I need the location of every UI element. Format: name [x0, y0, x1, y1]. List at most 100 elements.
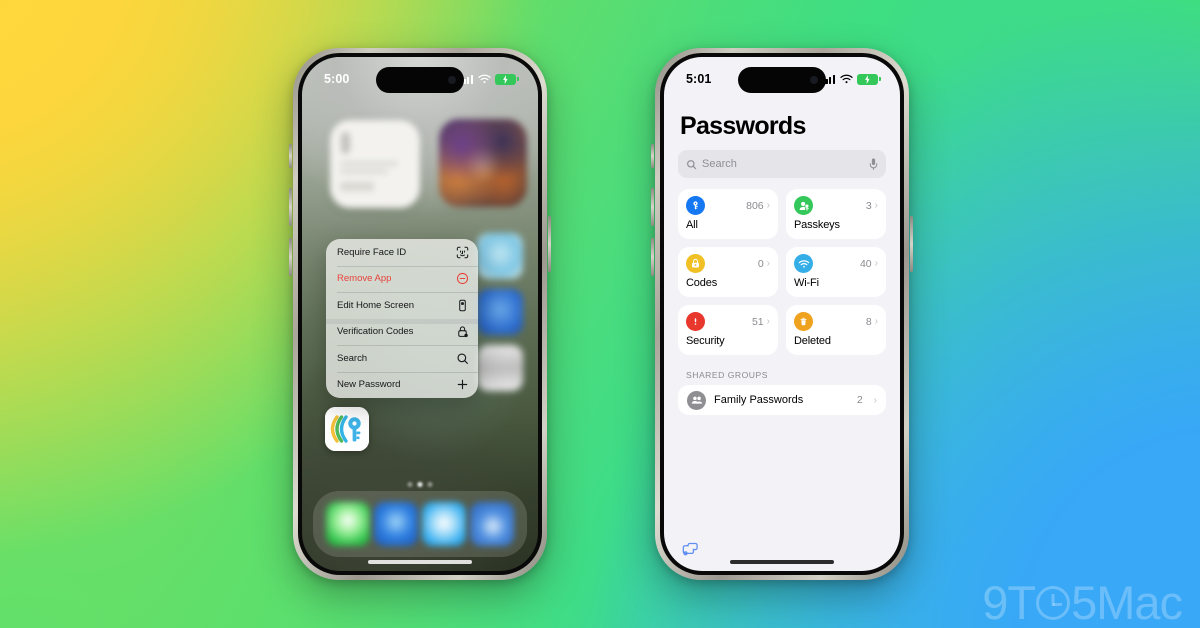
left-phone-screen: Require Face ID Remove App Edit Home Scr… [302, 57, 538, 571]
home-dock [313, 491, 527, 557]
category-card-passkeys[interactable]: 3 › Passkeys [786, 189, 886, 239]
code-lock-icon [686, 254, 705, 273]
category-label: Codes [686, 277, 718, 289]
chevron-right-icon: › [873, 394, 877, 406]
passwords-app-icon[interactable] [325, 407, 369, 451]
chevron-right-icon: › [766, 199, 770, 211]
page-dot [407, 482, 413, 487]
context-menu-item-require-face-id[interactable]: Require Face ID [326, 239, 478, 266]
search-icon [686, 159, 697, 170]
group-people-icon [687, 390, 706, 410]
category-label: Wi-Fi [794, 277, 819, 289]
category-label: All [686, 219, 698, 231]
password-options-icon[interactable] [682, 541, 699, 557]
category-count: 806 [746, 199, 764, 212]
safari-icon[interactable] [374, 502, 418, 546]
power-button[interactable] [548, 216, 551, 272]
passkey-person-icon [794, 196, 813, 215]
shared-groups-list: Family Passwords 2 › [678, 385, 886, 415]
category-grid: 806 › All 3 › Passkeys 0 › Codes 40 › Wi… [678, 189, 886, 355]
watermark-text-after: 5Mac [1071, 576, 1183, 628]
context-menu-item-search[interactable]: Search [326, 345, 478, 372]
passwords-content: Passwords Search 806 › All 3 › Passkeys … [664, 101, 900, 571]
left-phone-device: Require Face ID Remove App Edit Home Scr… [289, 48, 551, 580]
chevron-right-icon: › [766, 315, 770, 327]
home-indicator[interactable] [368, 559, 472, 564]
wifi-icon [477, 74, 491, 84]
notes-widget[interactable] [330, 120, 420, 208]
right-phone-device: Passwords Search 806 › All 3 › Passkeys … [651, 48, 913, 580]
search-placeholder: Search [702, 158, 737, 170]
status-bar-time: 5:00 [324, 72, 350, 86]
clock-glyph-icon [1036, 585, 1071, 620]
page-title: Passwords [680, 112, 806, 140]
microphone-icon[interactable] [869, 158, 878, 170]
category-card-codes[interactable]: 0 › Codes [678, 247, 778, 297]
right-phone-screen: Passwords Search 806 › All 3 › Passkeys … [664, 57, 900, 571]
chevron-right-icon: › [874, 315, 878, 327]
volume-down-button[interactable] [289, 238, 292, 276]
power-button[interactable] [910, 216, 913, 272]
passwords-bottom-toolbar [664, 527, 900, 571]
app-context-menu[interactable]: Require Face ID Remove App Edit Home Scr… [326, 239, 478, 398]
category-label: Passkeys [794, 219, 840, 231]
context-menu-item-label: Require Face ID [337, 246, 407, 258]
left-phone-bezel: Require Face ID Remove App Edit Home Scr… [298, 53, 542, 575]
home-app-icon[interactable] [477, 345, 523, 391]
lock-badge-icon [456, 325, 469, 338]
status-bar-time: 5:01 [686, 72, 712, 86]
mail-icon[interactable] [422, 502, 466, 546]
category-count: 40 [859, 257, 872, 270]
battery-charging-icon [495, 73, 516, 85]
volume-up-button[interactable] [651, 188, 654, 226]
key-icon [686, 196, 705, 215]
page-dot [427, 482, 433, 487]
context-menu-item-new-password[interactable]: New Password [326, 371, 478, 399]
app-store-icon[interactable] [470, 502, 514, 546]
face-id-icon [456, 246, 469, 259]
home-indicator[interactable] [730, 559, 834, 564]
category-count: 51 [751, 315, 764, 328]
wifi-icon [794, 254, 813, 273]
mute-switch[interactable] [651, 144, 654, 168]
home-page-indicator[interactable] [407, 482, 433, 487]
wifi-icon [839, 74, 853, 84]
watermark-9to5mac: 9T 5Mac [982, 576, 1183, 628]
right-phone-bezel: Passwords Search 806 › All 3 › Passkeys … [660, 53, 904, 575]
volume-down-button[interactable] [651, 238, 654, 276]
home-app-icon[interactable] [477, 289, 523, 335]
screenshot-stage: Require Face ID Remove App Edit Home Scr… [0, 0, 1200, 628]
category-card-deleted[interactable]: 8 › Deleted [786, 305, 886, 355]
warning-icon [686, 312, 705, 331]
edit-home-screen-icon [456, 299, 469, 312]
watermark-text-before: 9T [982, 576, 1036, 628]
category-count: 0 [757, 257, 764, 270]
shared-group-name: Family Passwords [714, 394, 804, 406]
context-menu-item-label: Edit Home Screen [337, 299, 415, 311]
shared-groups-header: SHARED GROUPS [686, 370, 768, 380]
category-count: 8 [865, 315, 872, 328]
home-app-icon[interactable] [477, 233, 523, 279]
context-menu-item-label: Verification Codes [337, 326, 414, 338]
plus-icon [456, 378, 469, 391]
category-card-wifi[interactable]: 40 › Wi-Fi [786, 247, 886, 297]
mute-switch[interactable] [289, 144, 292, 168]
context-menu-item-label: Remove App [337, 273, 392, 285]
category-card-all[interactable]: 806 › All [678, 189, 778, 239]
context-menu-item-remove-app[interactable]: Remove App [326, 265, 478, 293]
context-menu-item-verification-codes[interactable]: Verification Codes [326, 318, 478, 346]
battery-charging-icon [857, 73, 878, 85]
dynamic-island [376, 67, 464, 93]
context-menu-item-label: New Password [337, 379, 401, 391]
volume-up-button[interactable] [289, 188, 292, 226]
passwords-app: Passwords Search 806 › All 3 › Passkeys … [664, 57, 900, 571]
context-menu-item-edit-home-screen[interactable]: Edit Home Screen [326, 292, 478, 319]
messages-icon[interactable] [326, 502, 370, 546]
category-label: Deleted [794, 335, 831, 347]
dynamic-island [738, 67, 826, 93]
chevron-right-icon: › [874, 199, 878, 211]
category-card-security[interactable]: 51 › Security [678, 305, 778, 355]
search-field[interactable]: Search [678, 150, 886, 178]
shared-group-row-family-passwords[interactable]: Family Passwords 2 › [678, 385, 886, 415]
photos-widget[interactable] [439, 119, 527, 207]
